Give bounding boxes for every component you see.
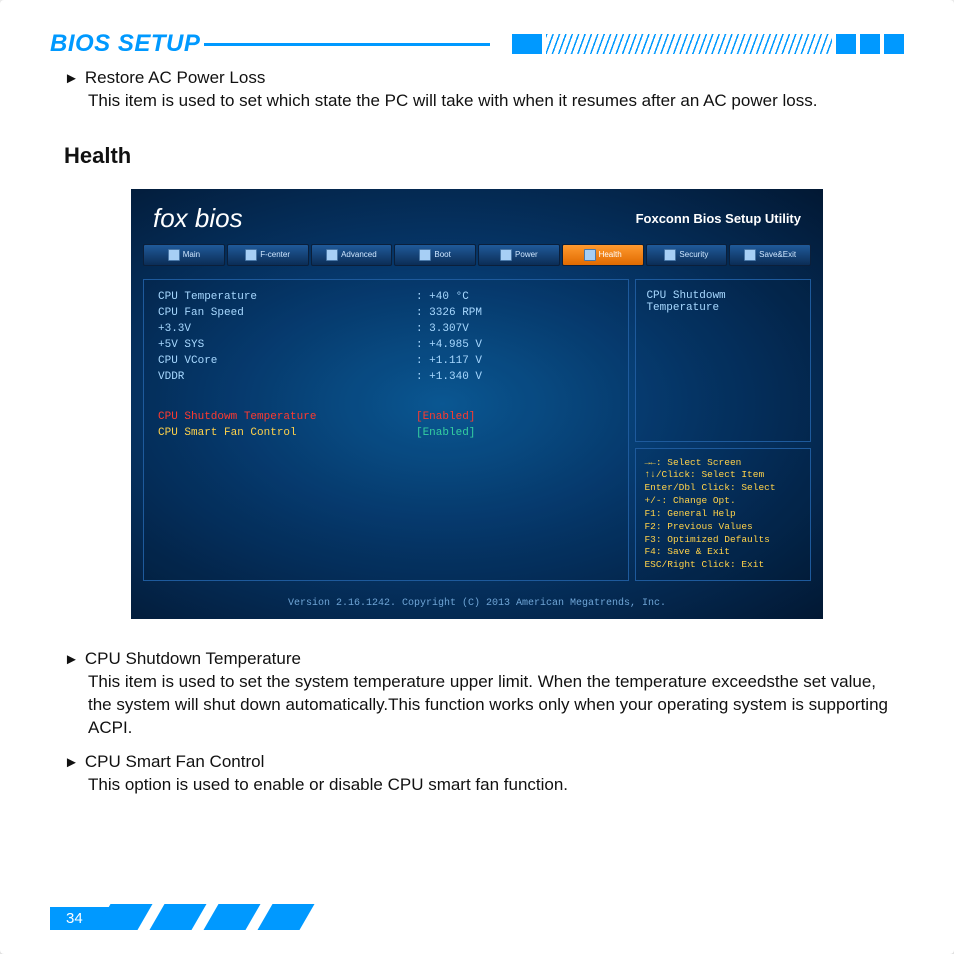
bios-screenshot: fox bios Foxconn Bios Setup Utility Main…: [131, 189, 823, 619]
bios-help-top: CPU Shutdowm Temperature: [635, 279, 811, 442]
tab-main[interactable]: Main: [143, 244, 225, 266]
header-hatch-icon: [546, 34, 832, 54]
bios-reading: CPU VCore: +1.117 V: [158, 354, 614, 370]
bios-body: CPU Temperature: +40 °C CPU Fan Speed: 3…: [143, 279, 811, 581]
tab-fcenter[interactable]: F-center: [227, 244, 309, 266]
tab-icon: [584, 249, 596, 261]
item-title: CPU Shutdown Temperature: [85, 649, 301, 669]
bios-subtitle: Foxconn Bios Setup Utility: [636, 211, 801, 226]
bios-reading: CPU Temperature: +40 °C: [158, 290, 614, 306]
bios-panel-left: CPU Temperature: +40 °C CPU Fan Speed: 3…: [143, 279, 629, 581]
tab-advanced[interactable]: Advanced: [311, 244, 393, 266]
header-block-icon: [512, 34, 542, 54]
item-desc: This item is used to set the system temp…: [88, 671, 904, 740]
page-footer: 34: [50, 904, 904, 930]
bios-header: fox bios Foxconn Bios Setup Utility: [131, 189, 823, 244]
bios-reading: CPU Fan Speed: 3326 RPM: [158, 306, 614, 322]
item-desc: This item is used to set which state the…: [88, 90, 904, 113]
doc-item-cpu-smart-fan: ► CPU Smart Fan Control This option is u…: [64, 752, 904, 797]
manual-page: BIOS SETUP ► Restore AC Power Loss This …: [0, 0, 954, 954]
doc-item-restore-ac: ► Restore AC Power Loss This item is use…: [64, 68, 904, 113]
tab-boot[interactable]: Boot: [394, 244, 476, 266]
tab-icon: [664, 249, 676, 261]
bios-reading: VDDR: +1.340 V: [158, 370, 614, 386]
page-title: BIOS SETUP: [50, 30, 204, 58]
tab-icon: [168, 249, 180, 261]
bios-logo: fox bios: [153, 203, 243, 234]
bios-version-footer: Version 2.16.1242. Copyright (C) 2013 Am…: [131, 598, 823, 609]
arrow-icon: ►: [64, 649, 79, 671]
item-desc: This option is used to enable or disable…: [88, 774, 904, 797]
tab-icon: [245, 249, 257, 261]
tab-icon: [326, 249, 338, 261]
tab-icon: [744, 249, 756, 261]
section-heading-health: Health: [64, 143, 904, 169]
item-title: Restore AC Power Loss: [85, 68, 265, 88]
arrow-icon: ►: [64, 68, 79, 90]
tab-save-exit[interactable]: Save&Exit: [729, 244, 811, 266]
tab-power[interactable]: Power: [478, 244, 560, 266]
arrow-icon: ►: [64, 752, 79, 774]
tab-security[interactable]: Security: [646, 244, 728, 266]
page-header: BIOS SETUP: [50, 30, 904, 58]
doc-item-cpu-shutdown-temp: ► CPU Shutdown Temperature This item is …: [64, 649, 904, 740]
header-squares-icon: [836, 34, 904, 54]
tab-icon: [500, 249, 512, 261]
item-title: CPU Smart Fan Control: [85, 752, 265, 772]
bios-reading: +3.3V: 3.307V: [158, 322, 614, 338]
bios-reading: +5V SYS: +4.985 V: [158, 338, 614, 354]
tab-health[interactable]: Health: [562, 244, 644, 266]
header-rule: [204, 43, 490, 46]
bios-panel-right: CPU Shutdowm Temperature →←: Select Scre…: [635, 279, 811, 581]
bios-help-keys: →←: Select Screen ↑↓/Click: Select Item …: [635, 448, 811, 581]
bios-option-cpu-shutdown[interactable]: CPU Shutdowm Temperature [Enabled]: [158, 410, 614, 426]
footer-stripes-icon: [103, 904, 319, 930]
bios-option-smart-fan[interactable]: CPU Smart Fan Control [Enabled]: [158, 426, 614, 442]
tab-icon: [419, 249, 431, 261]
bios-tabs: Main F-center Advanced Boot Power Health…: [131, 244, 823, 266]
